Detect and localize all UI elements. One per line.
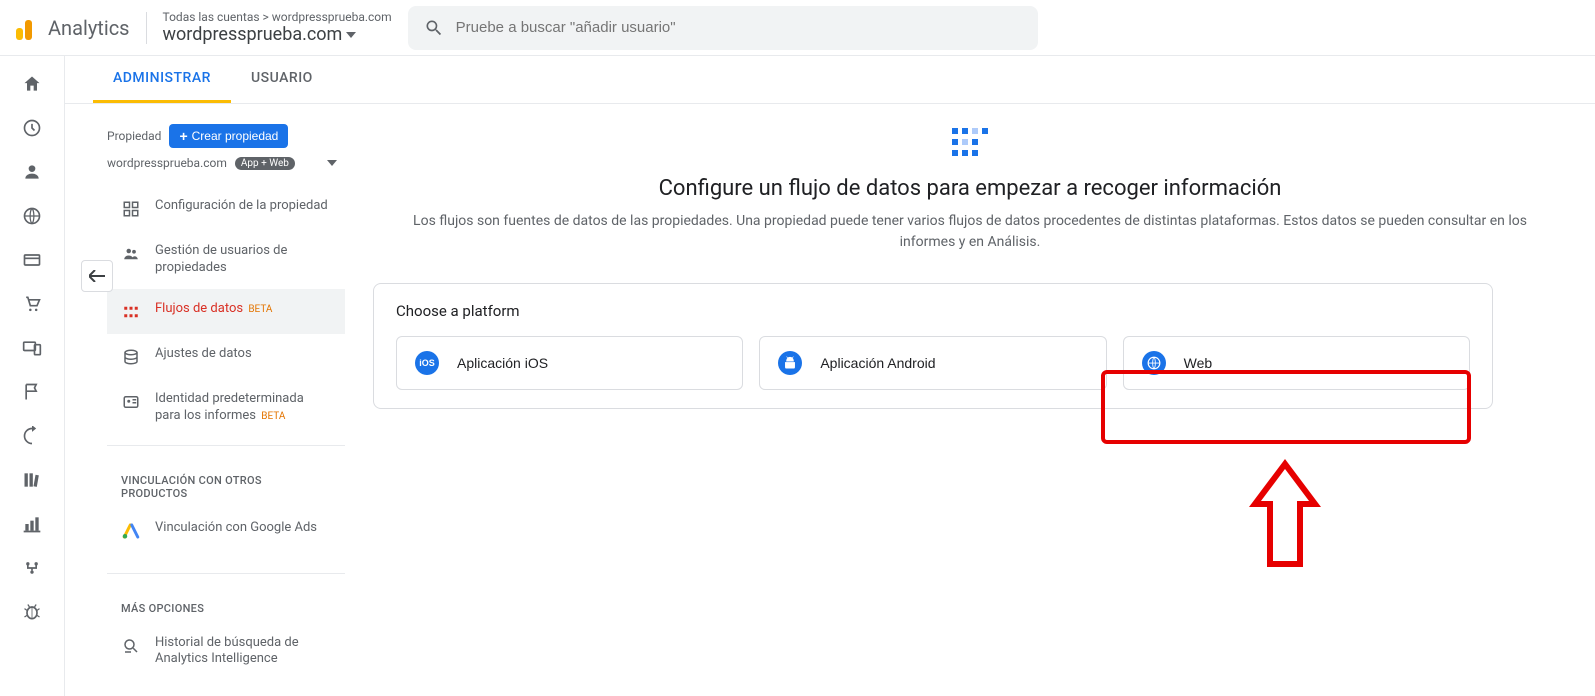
person-icon[interactable] — [20, 160, 44, 184]
search-icon — [424, 18, 444, 38]
data-hero-icon — [950, 124, 990, 160]
ios-icon: iOS — [415, 351, 439, 375]
section-linking: VINCULACIÓN CON OTROS PRODUCTOS — [107, 454, 345, 508]
tab-user[interactable]: USUARIO — [231, 56, 333, 103]
database-icon — [121, 347, 141, 367]
flag-icon[interactable] — [20, 380, 44, 404]
tab-admin[interactable]: ADMINISTRAR — [93, 56, 231, 103]
library-icon[interactable] — [20, 468, 44, 492]
divider — [146, 12, 147, 44]
nav-data-streams[interactable]: Flujos de datos BETA — [107, 289, 345, 334]
create-property-button[interactable]: + Crear propiedad — [169, 124, 288, 148]
chart-icon[interactable] — [20, 512, 44, 536]
left-rail — [0, 56, 65, 696]
property-name: wordpressprueba.com — [163, 24, 392, 45]
beta-tag: BETA — [261, 411, 285, 422]
card-icon[interactable] — [20, 248, 44, 272]
nav-google-ads[interactable]: Vinculación con Google Ads — [107, 508, 345, 553]
annotation-arrow-icon — [1235, 454, 1335, 584]
bug-icon[interactable] — [20, 600, 44, 624]
analytics-logo-icon — [16, 16, 40, 40]
plus-icon: + — [179, 128, 187, 144]
admin-sidebar: Propiedad + Crear propiedad wordpresspru… — [65, 104, 345, 680]
nav-data-settings[interactable]: Ajustes de datos — [107, 334, 345, 379]
nav-history[interactable]: Historial de búsqueda de Analytics Intel… — [107, 623, 345, 681]
web-icon — [1142, 351, 1166, 375]
nav-user-management[interactable]: Gestión de usuarios de propiedades — [107, 231, 345, 289]
logo-text: Analytics — [48, 16, 130, 40]
beta-tag: BETA — [248, 304, 272, 315]
id-icon — [121, 392, 141, 412]
devices-icon[interactable] — [20, 336, 44, 360]
arrow-left-icon — [89, 270, 105, 282]
nav-property-settings[interactable]: Configuración de la propiedad — [107, 186, 345, 231]
platform-android[interactable]: Aplicación Android — [759, 336, 1106, 390]
section-more: MÁS OPCIONES — [107, 582, 345, 623]
platform-card: Choose a platform iOS Aplicación iOS Apl… — [373, 283, 1493, 409]
funnel-icon[interactable] — [20, 556, 44, 580]
caret-down-icon — [346, 32, 356, 38]
globe-icon[interactable] — [20, 204, 44, 228]
android-icon — [778, 351, 802, 375]
refresh-icon[interactable] — [20, 424, 44, 448]
main-panel: Configure un flujo de datos para empezar… — [345, 104, 1595, 680]
logo[interactable]: Analytics — [16, 16, 130, 40]
platform-ios[interactable]: iOS Aplicación iOS — [396, 336, 743, 390]
property-selector[interactable]: Todas las cuentas > wordpressprueba.com … — [163, 10, 392, 45]
choose-platform-label: Choose a platform — [396, 302, 1470, 320]
hero-title: Configure un flujo de datos para empezar… — [410, 176, 1530, 201]
platform-web[interactable]: Web — [1123, 336, 1470, 390]
clock-icon[interactable] — [20, 116, 44, 140]
google-ads-icon — [121, 521, 141, 541]
hero-description: Los flujos son fuentes de datos de las p… — [410, 211, 1530, 253]
search-history-icon — [121, 636, 141, 656]
search-input[interactable] — [456, 19, 1022, 36]
nav-default-identity[interactable]: Identidad predeterminada para los inform… — [107, 379, 345, 437]
data-stream-icon — [121, 302, 141, 322]
tabs: ADMINISTRAR USUARIO — [65, 56, 1595, 104]
breadcrumb: Todas las cuentas > wordpressprueba.com — [163, 10, 392, 24]
settings-grid-icon — [121, 199, 141, 219]
cart-icon[interactable] — [20, 292, 44, 316]
property-label: Propiedad — [107, 129, 161, 143]
people-icon — [121, 244, 141, 264]
home-icon[interactable] — [20, 72, 44, 96]
caret-down-icon — [327, 160, 337, 166]
header: Analytics Todas las cuentas > wordpressp… — [0, 0, 1595, 56]
property-dropdown[interactable]: wordpressprueba.com App + Web — [107, 156, 345, 170]
search-box[interactable] — [408, 6, 1038, 50]
back-button[interactable] — [81, 260, 113, 292]
app-web-badge: App + Web — [235, 157, 295, 170]
